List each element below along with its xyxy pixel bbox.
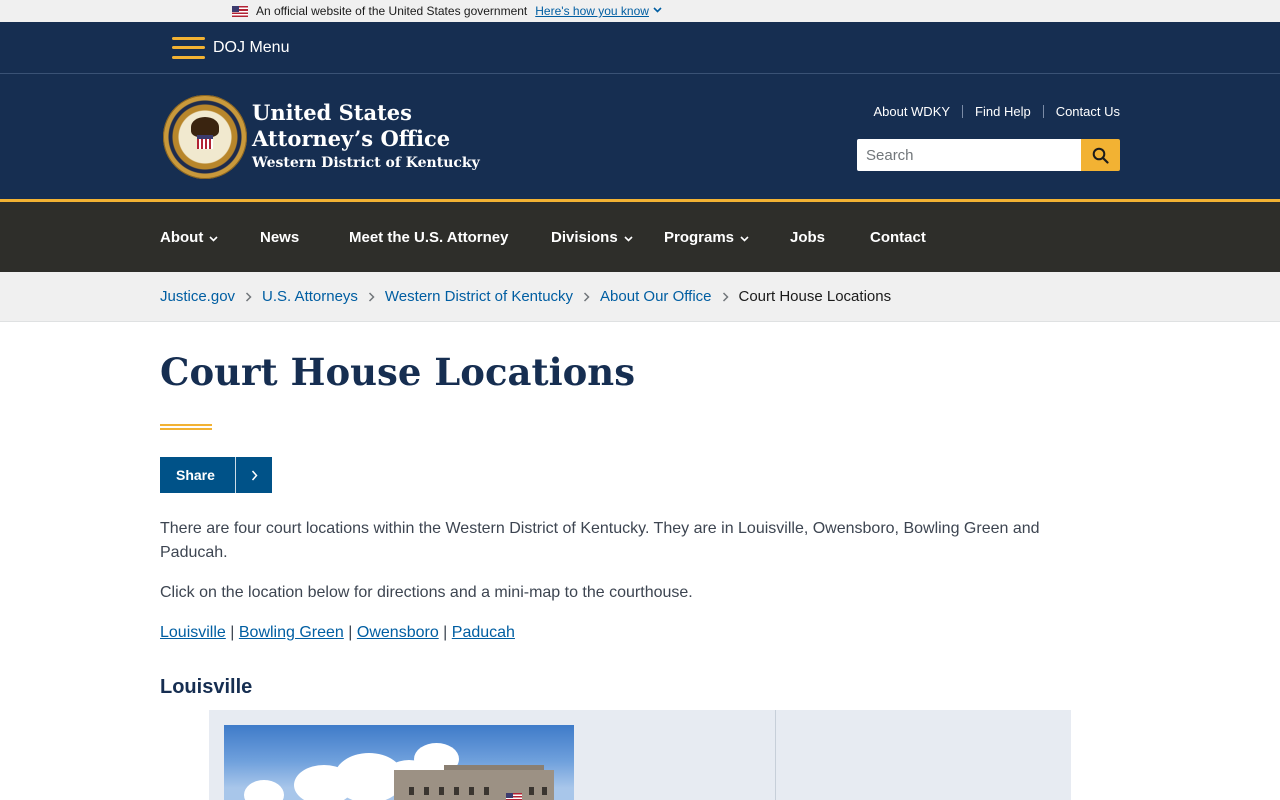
about-wdky-link[interactable]: About WDKY <box>873 104 950 119</box>
find-help-link[interactable]: Find Help <box>975 104 1031 119</box>
chevron-right-icon <box>722 289 729 305</box>
page-title: Court House Locations <box>160 350 636 394</box>
courthouse-photo <box>224 725 574 800</box>
chevron-right-icon <box>236 470 272 481</box>
main-nav: About News Meet the U.S. Attorney Divisi… <box>0 199 1280 272</box>
intro-paragraph: There are four court locations within th… <box>160 520 1040 561</box>
nav-item-jobs[interactable]: Jobs <box>790 229 870 246</box>
site-brand[interactable]: United States Attorney’s Office Western … <box>252 100 480 171</box>
breadcrumb-link-justice-gov[interactable]: Justice.gov <box>160 288 235 305</box>
breadcrumb-current: Court House Locations <box>738 288 892 305</box>
location-photo-cell <box>209 710 776 800</box>
chevron-right-icon <box>583 289 590 305</box>
nav-item-label: News <box>260 228 300 246</box>
search-icon <box>1092 147 1109 164</box>
nav-item-label: About <box>160 228 204 246</box>
location-table <box>209 710 1071 800</box>
nav-item-meet-the-us-attorney[interactable]: Meet the U.S. Attorney <box>349 229 551 246</box>
nav-item-contact[interactable]: Contact <box>870 229 926 246</box>
nav-item-programs[interactable]: Programs <box>664 229 790 246</box>
us-flag-icon <box>506 793 522 800</box>
hamburger-icon[interactable] <box>172 36 205 59</box>
chevron-right-icon <box>368 289 375 305</box>
breadcrumb-link-about-our-office[interactable]: About Our Office <box>600 288 711 305</box>
nav-item-news[interactable]: News <box>260 229 349 246</box>
nav-item-label: Contact <box>870 228 926 246</box>
search-form <box>857 139 1120 171</box>
owensboro-link[interactable]: Owensboro <box>357 624 439 641</box>
nav-item-label: Meet the U.S. Attorney <box>349 228 509 246</box>
instruction-paragraph: Click on the location below for directio… <box>160 584 693 601</box>
doj-menu-button[interactable]: DOJ Menu <box>213 39 289 57</box>
nav-item-label: Programs <box>664 228 735 246</box>
breadcrumb-link-western-district[interactable]: Western District of Kentucky <box>385 288 573 305</box>
gov-banner-text: An official website of the United States… <box>256 4 528 18</box>
nav-item-about[interactable]: About <box>160 229 260 246</box>
link-separator: | <box>348 624 353 641</box>
location-details-cell <box>776 710 1071 800</box>
breadcrumb-link-us-attorneys[interactable]: U.S. Attorneys <box>262 288 358 305</box>
louisville-link[interactable]: Louisville <box>160 624 226 641</box>
site-header: United States Attorney’s Office Western … <box>0 74 1280 199</box>
search-input[interactable] <box>857 139 1081 171</box>
doj-seal-logo[interactable] <box>163 95 247 179</box>
chevron-down-icon <box>624 235 633 242</box>
paducah-link[interactable]: Paducah <box>452 624 515 641</box>
link-separator: | <box>230 624 235 641</box>
chevron-right-icon <box>245 289 252 305</box>
search-button[interactable] <box>1081 139 1120 171</box>
brand-title-line1: United States <box>252 100 412 125</box>
gov-banner: An official website of the United States… <box>0 0 1280 22</box>
breadcrumb: Justice.gov U.S. Attorneys Western Distr… <box>0 272 1280 322</box>
brand-title-line2: Attorney’s Office <box>252 126 451 151</box>
doj-menu-bar: DOJ Menu <box>0 22 1280 74</box>
chevron-down-icon <box>209 235 218 242</box>
brand-subtitle: Western District of Kentucky <box>252 155 480 171</box>
us-flag-icon <box>232 5 248 17</box>
section-heading-louisville: Louisville <box>160 676 253 698</box>
divider <box>1042 105 1044 118</box>
nav-item-label: Divisions <box>551 228 618 246</box>
share-button[interactable]: Share <box>160 457 272 493</box>
share-label: Share <box>176 467 215 483</box>
divider <box>235 457 236 493</box>
bowling-green-link[interactable]: Bowling Green <box>239 624 344 641</box>
link-separator: | <box>443 624 448 641</box>
nav-item-divisions[interactable]: Divisions <box>551 229 664 246</box>
chevron-down-icon <box>653 5 662 16</box>
heres-how-you-know-link[interactable]: Here's how you know <box>535 4 649 18</box>
divider <box>962 105 964 118</box>
utility-links: About WDKY Find Help Contact Us <box>873 104 1120 119</box>
contact-us-link[interactable]: Contact Us <box>1056 104 1120 119</box>
title-rule <box>160 424 212 430</box>
nav-item-label: Jobs <box>790 228 826 246</box>
chevron-down-icon <box>740 235 749 242</box>
location-links: Louisville | Bowling Green | Owensboro |… <box>160 621 515 645</box>
